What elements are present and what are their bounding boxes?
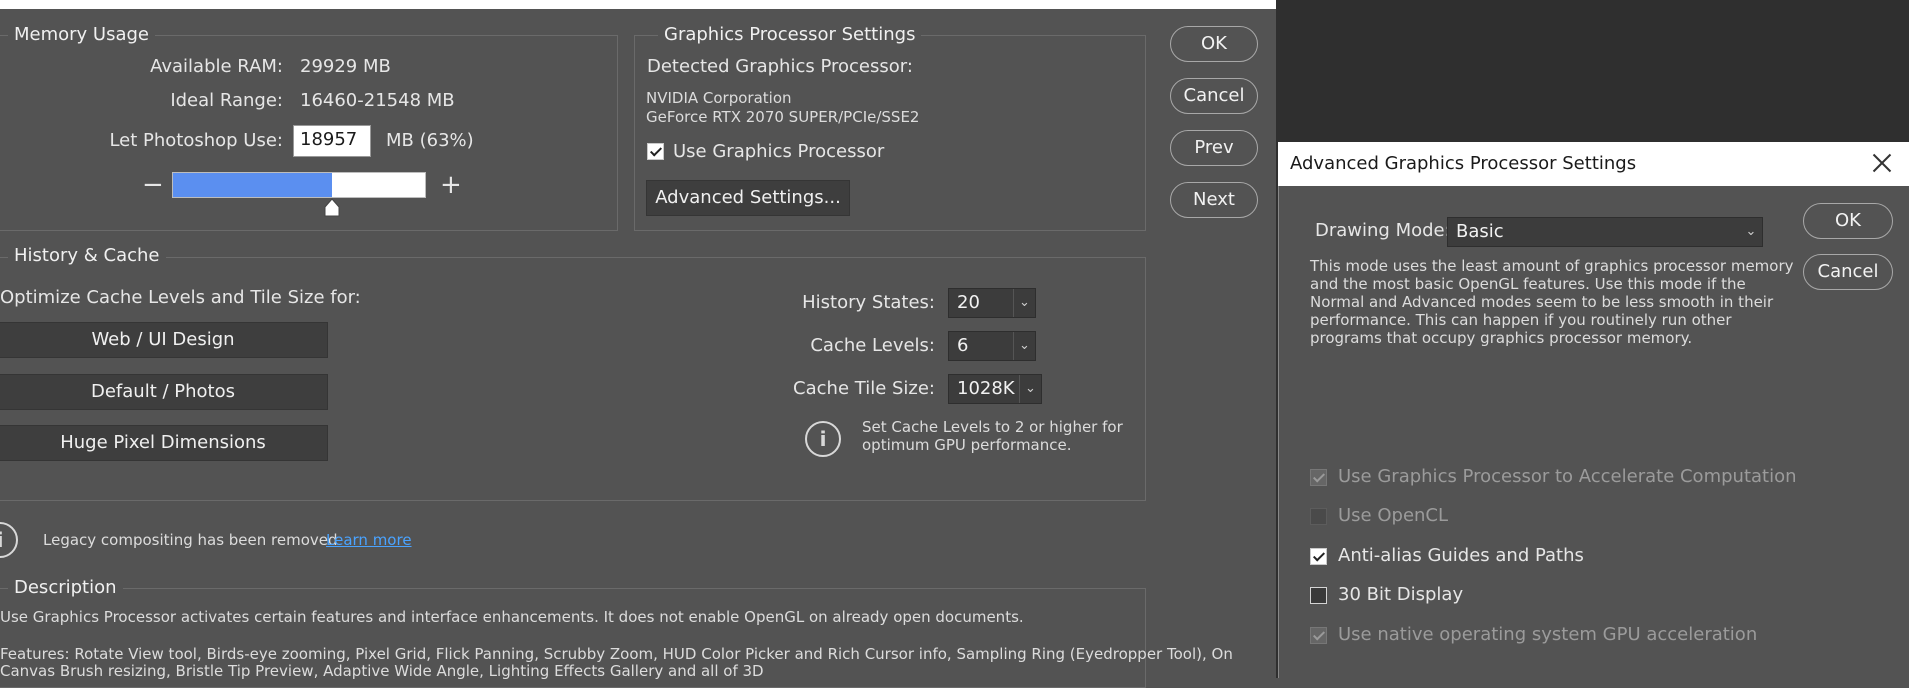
info-icon: i [805,421,841,457]
chevron-down-icon: ⌄ [1013,289,1035,317]
window-top-strip [0,0,1276,9]
use-gpu-label: Use Graphics Processor [673,141,885,162]
chevron-down-icon: ⌄ [1013,332,1035,360]
dialog-title-bar: Advanced Graphics Processor Settings [1278,142,1909,186]
drawing-mode-value: Basic [1456,221,1504,242]
increase-ram-button[interactable]: + [440,172,462,198]
drawing-mode-desc-3: Normal and Advanced modes seem to be les… [1310,293,1774,311]
cache-tile-size-label: Cache Tile Size: [793,378,935,399]
drawing-mode-desc-2: and the most basic OpenGL features. Use … [1310,275,1746,293]
learn-more-link[interactable]: Learn more [326,531,412,549]
description-line1: Use Graphics Processor activates certain… [0,608,1024,626]
accelerate-computation-checkbox[interactable] [1310,469,1327,486]
native-gpu-acceleration-checkbox[interactable] [1310,627,1327,644]
use-opencl-label: Use OpenCL [1338,505,1449,526]
gpu-model: GeForce RTX 2070 SUPER/PCIe/SSE2 [646,108,920,126]
preset-huge-pixel-button[interactable]: Huge Pixel Dimensions [0,425,328,461]
native-gpu-acceleration-label: Use native operating system GPU accelera… [1338,624,1758,645]
advanced-settings-button[interactable]: Advanced Settings... [646,180,850,216]
history-states-label: History States: [802,292,935,313]
drawing-mode-label: Drawing Mode: [1315,220,1451,241]
history-cache-title: History & Cache [8,245,166,267]
anti-alias-label: Anti-alias Guides and Paths [1338,545,1584,566]
decrease-ram-button[interactable]: − [142,172,164,198]
preset-default-photos-button[interactable]: Default / Photos [0,374,328,410]
memory-usage-title: Memory Usage [8,24,156,46]
cache-info-line1: Set Cache Levels to 2 or higher for [862,418,1123,436]
let-photoshop-use-label: Let Photoshop Use: [109,130,283,151]
next-button[interactable]: Next [1170,182,1258,218]
available-ram-value: 29929 MB [300,56,391,77]
close-icon[interactable] [1869,150,1895,176]
chevron-down-icon: ⌄ [1745,224,1757,239]
cache-levels-select[interactable]: 6 ⌄ [948,331,1036,361]
history-states-value: 20 [957,292,980,313]
ok-button[interactable]: OK [1170,26,1258,62]
cache-tile-size-value: 1028K [957,378,1015,399]
dialog-ok-button[interactable]: OK [1803,203,1893,239]
cache-levels-value: 6 [957,335,969,356]
chevron-down-icon: ⌄ [1019,375,1041,403]
cache-tile-size-select[interactable]: 1028K ⌄ [948,374,1042,404]
use-opencl-checkbox[interactable] [1310,508,1327,525]
drawing-mode-select[interactable]: Basic ⌄ [1447,217,1763,247]
history-states-select[interactable]: 20 ⌄ [948,288,1036,318]
cache-info-line2: optimum GPU performance. [862,436,1072,454]
gpu-settings-title: Graphics Processor Settings [658,24,922,46]
30-bit-display-checkbox[interactable] [1310,587,1327,604]
accelerate-computation-label: Use Graphics Processor to Accelerate Com… [1338,466,1797,487]
drawing-mode-desc-4: performance. This can happen if you rout… [1310,311,1732,329]
description-line2: Features: Rotate View tool, Birds-eye zo… [0,645,1233,663]
drawing-mode-desc-5: programs that occupy graphics processor … [1310,329,1693,347]
gpu-vendor: NVIDIA Corporation [646,89,792,107]
ram-amount-input[interactable]: 18957 [293,125,371,157]
30-bit-display-label: 30 Bit Display [1338,584,1464,605]
ram-slider-thumb[interactable] [323,198,341,218]
detected-gpu-label: Detected Graphics Processor: [647,56,913,77]
prev-button[interactable]: Prev [1170,130,1258,166]
ideal-range-label: Ideal Range: [170,90,283,111]
ideal-range-value: 16460-21548 MB [300,90,455,111]
available-ram-label: Available RAM: [150,56,283,77]
legacy-compositing-text: Legacy compositing has been removed [43,531,338,549]
description-title: Description [8,577,123,599]
ram-slider-fill [173,173,332,197]
drawing-mode-desc-1: This mode uses the least amount of graph… [1310,257,1794,275]
anti-alias-checkbox[interactable] [1310,548,1327,565]
description-line3: Canvas Brush resizing, Bristle Tip Previ… [0,662,764,680]
use-gpu-checkbox[interactable] [647,143,664,160]
cache-levels-label: Cache Levels: [810,335,935,356]
dialog-title: Advanced Graphics Processor Settings [1290,153,1637,174]
optimize-label: Optimize Cache Levels and Tile Size for: [0,287,361,308]
legacy-info-icon: i [0,522,18,558]
cancel-button[interactable]: Cancel [1170,78,1258,114]
ram-slider[interactable] [172,172,426,198]
ram-percent-label: MB (63%) [386,130,474,151]
dialog-cancel-button[interactable]: Cancel [1803,254,1893,290]
preset-web-ui-button[interactable]: Web / UI Design [0,322,328,358]
